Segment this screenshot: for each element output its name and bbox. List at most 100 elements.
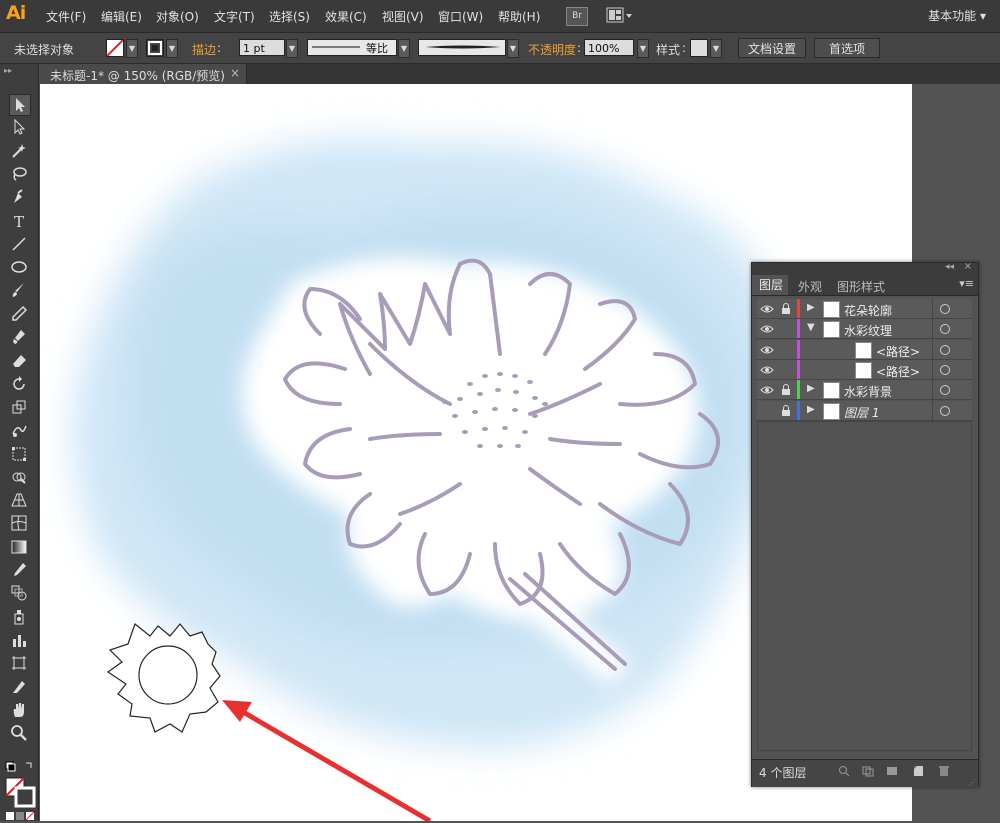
stroke-profile-dropdown[interactable]: ▼ [398, 39, 410, 58]
menu-edit[interactable]: 编辑(E) [101, 8, 142, 25]
lock-icon[interactable] [781, 383, 791, 397]
target-icon[interactable] [940, 324, 950, 335]
lasso-tool-icon[interactable] [9, 164, 29, 184]
lock-toggle[interactable] [781, 322, 791, 336]
close-icon[interactable]: × [230, 66, 240, 80]
expand-icon[interactable]: ▶ [807, 383, 815, 394]
stroke-label[interactable]: 描边 [192, 41, 216, 58]
lock-icon[interactable] [781, 302, 791, 316]
blend-tool-icon[interactable] [9, 583, 29, 603]
layer-row[interactable]: <路径> [757, 359, 972, 380]
layer-row[interactable]: ▼ 水彩纹理 [757, 319, 972, 340]
brush-definition-dropdown[interactable]: ▼ [507, 39, 519, 58]
eraser-tool-icon[interactable] [9, 350, 29, 370]
opacity-label[interactable]: 不透明度 [528, 41, 576, 58]
make-clipping-mask-icon[interactable] [862, 765, 874, 777]
stroke-weight-field[interactable]: 1 pt [239, 39, 285, 56]
locate-object-icon[interactable] [838, 765, 850, 777]
layer-row[interactable]: ▶ 水彩背景 [757, 380, 972, 401]
selection-tool-icon[interactable] [9, 94, 31, 116]
menu-type[interactable]: 文字(T) [214, 8, 255, 25]
workspace-switcher[interactable]: 基本功能 ▾ [928, 7, 986, 24]
preferences-button[interactable]: 首选项 [814, 38, 880, 58]
tab-appearance[interactable]: 外观 [798, 278, 822, 295]
close-icon[interactable]: × [964, 261, 972, 272]
symbol-sprayer-tool-icon[interactable] [9, 607, 29, 627]
new-sublayer-icon[interactable] [886, 765, 898, 777]
stroke-dropdown[interactable]: ▼ [166, 39, 178, 58]
expand-icon[interactable]: ▶ [807, 302, 815, 313]
lock-toggle[interactable] [781, 363, 791, 377]
document-tab[interactable]: 未标题-1* @ 150% (RGB/预览) × [40, 64, 247, 84]
target-icon[interactable] [940, 405, 950, 416]
column-graph-tool-icon[interactable] [9, 630, 29, 650]
stroke-swatch[interactable] [146, 39, 164, 57]
lock-icon[interactable] [781, 404, 791, 418]
panel-menu-icon[interactable]: ▾≡ [959, 277, 974, 290]
menu-select[interactable]: 选择(S) [269, 8, 310, 25]
opacity-field[interactable]: 100% [584, 39, 634, 56]
mesh-tool-icon[interactable] [9, 513, 29, 533]
collapse-icon[interactable]: ▼ [807, 322, 815, 333]
visibility-toggle[interactable] [760, 404, 774, 418]
panel-collapse-icon[interactable]: ▸▸ [4, 66, 12, 75]
graphic-style-dropdown[interactable]: ▼ [710, 39, 722, 58]
layer-row[interactable]: ▶ 图层 1 [757, 400, 972, 421]
perspective-grid-tool-icon[interactable] [9, 490, 29, 510]
document-setup-button[interactable]: 文档设置 [738, 38, 806, 58]
menu-object[interactable]: 对象(O) [156, 8, 199, 25]
sun-path-object[interactable] [106, 623, 221, 733]
rotate-tool-icon[interactable] [9, 374, 29, 394]
type-tool-icon[interactable]: T [9, 211, 29, 231]
paintbrush-tool-icon[interactable] [9, 280, 29, 300]
tab-graphic-styles[interactable]: 图形样式 [837, 278, 885, 295]
resize-grip-icon[interactable]: ⋰ [968, 778, 976, 787]
menu-window[interactable]: 窗口(W) [438, 8, 483, 25]
brush-definition-field[interactable] [418, 39, 506, 56]
target-icon[interactable] [940, 364, 950, 375]
scale-tool-icon[interactable] [9, 397, 29, 417]
eye-icon[interactable] [760, 302, 774, 316]
stroke-weight-dropdown[interactable]: ▼ [286, 39, 298, 58]
menu-file[interactable]: 文件(F) [46, 8, 86, 25]
pencil-tool-icon[interactable] [9, 304, 29, 324]
layer-row[interactable]: <路径> [757, 339, 972, 360]
delete-layer-icon[interactable] [938, 765, 950, 777]
eye-icon[interactable] [760, 363, 774, 377]
line-tool-icon[interactable] [9, 234, 29, 254]
magic-wand-tool-icon[interactable] [9, 141, 29, 161]
stroke-profile-field[interactable]: 等比 [307, 39, 397, 56]
slice-tool-icon[interactable] [9, 677, 29, 697]
fill-dropdown[interactable]: ▼ [126, 39, 138, 58]
eyedropper-tool-icon[interactable] [9, 560, 29, 580]
shape-builder-tool-icon[interactable] [9, 467, 29, 487]
new-layer-icon[interactable] [912, 765, 924, 777]
tab-layers[interactable]: 图层 [752, 275, 788, 295]
pen-tool-icon[interactable] [9, 187, 29, 207]
bridge-button[interactable]: Br [566, 7, 588, 26]
layers-empty-area[interactable] [757, 420, 972, 751]
fill-stroke-swatches[interactable] [4, 760, 36, 821]
menu-view[interactable]: 视图(V) [382, 8, 424, 25]
hand-tool-icon[interactable] [9, 700, 29, 720]
blob-brush-tool-icon[interactable] [9, 327, 29, 347]
direct-selection-tool-icon[interactable] [9, 117, 29, 137]
fill-swatch[interactable] [106, 39, 124, 57]
gradient-tool-icon[interactable] [9, 537, 29, 557]
layer-row[interactable]: ▶ 花朵轮廓 [757, 299, 972, 319]
opacity-dropdown[interactable]: ▼ [637, 39, 649, 58]
menu-help[interactable]: 帮助(H) [498, 8, 540, 25]
graphic-style-swatch[interactable] [690, 39, 708, 57]
expand-icon[interactable]: ▶ [807, 404, 815, 415]
lock-toggle[interactable] [781, 343, 791, 357]
eye-icon[interactable] [760, 383, 774, 397]
target-icon[interactable] [940, 304, 950, 314]
menu-effect[interactable]: 效果(C) [325, 8, 367, 25]
target-icon[interactable] [940, 344, 950, 355]
artboard-tool-icon[interactable] [9, 653, 29, 673]
collapse-icon[interactable]: ◂◂ [945, 262, 954, 272]
arrange-documents-icon[interactable] [606, 7, 634, 24]
eye-icon[interactable] [760, 343, 774, 357]
ellipse-tool-icon[interactable] [9, 257, 29, 277]
zoom-tool-icon[interactable] [9, 723, 29, 743]
